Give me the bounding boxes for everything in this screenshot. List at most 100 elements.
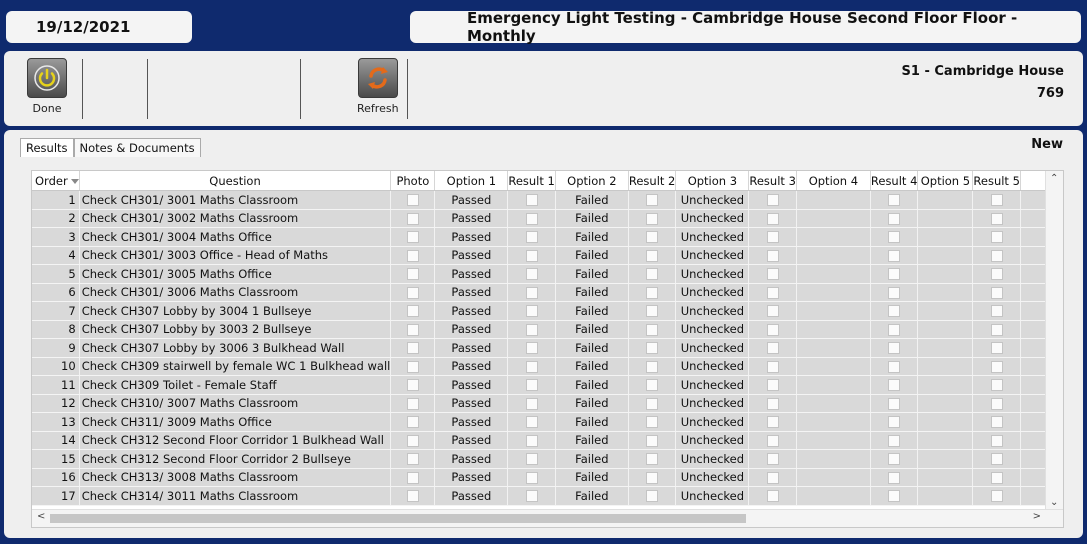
result-3-checkbox[interactable] bbox=[766, 453, 779, 466]
result-3-checkbox[interactable] bbox=[766, 194, 779, 207]
result-4-checkbox[interactable] bbox=[888, 231, 901, 244]
result-2-checkbox[interactable] bbox=[646, 471, 659, 484]
scroll-left-icon[interactable]: < bbox=[37, 511, 45, 522]
tab-results[interactable]: Results bbox=[20, 138, 74, 157]
column-header-option-2[interactable]: Option 2 bbox=[555, 171, 629, 191]
table-row[interactable]: 14 Check CH312 Second Floor Corridor 1 Bu… bbox=[32, 431, 1060, 450]
result-1-checkbox[interactable] bbox=[525, 360, 538, 373]
result-5-checkbox[interactable] bbox=[990, 490, 1003, 503]
photo-checkbox[interactable] bbox=[406, 360, 419, 373]
table-row[interactable]: 1 Check CH301/ 3001 Maths Classroom Passed… bbox=[32, 190, 1060, 210]
photo-checkbox[interactable] bbox=[406, 416, 419, 429]
photo-checkbox[interactable] bbox=[406, 379, 419, 392]
result-3-checkbox[interactable] bbox=[766, 268, 779, 281]
photo-checkbox[interactable] bbox=[406, 434, 419, 447]
result-5-checkbox[interactable] bbox=[990, 416, 1003, 429]
result-2-checkbox[interactable] bbox=[646, 397, 659, 410]
result-5-checkbox[interactable] bbox=[990, 434, 1003, 447]
table-row[interactable]: 9 Check CH307 Lobby by 3006 3 Bulkhead Wa… bbox=[32, 338, 1060, 358]
result-4-checkbox[interactable] bbox=[888, 342, 901, 355]
result-3-checkbox[interactable] bbox=[766, 249, 779, 262]
refresh-button[interactable]: Refresh bbox=[357, 58, 399, 115]
result-1-checkbox[interactable] bbox=[525, 434, 538, 447]
photo-checkbox[interactable] bbox=[406, 323, 419, 336]
result-2-checkbox[interactable] bbox=[646, 342, 659, 355]
photo-checkbox[interactable] bbox=[406, 249, 419, 262]
table-row[interactable]: 17 Check CH314/ 3011 Maths Classroom Passe… bbox=[32, 486, 1060, 506]
scroll-up-icon[interactable]: ⌃ bbox=[1050, 173, 1058, 184]
column-header-question[interactable]: Question bbox=[79, 171, 392, 191]
photo-checkbox[interactable] bbox=[406, 286, 419, 299]
result-2-checkbox[interactable] bbox=[646, 249, 659, 262]
result-5-checkbox[interactable] bbox=[990, 249, 1003, 262]
result-3-checkbox[interactable] bbox=[766, 490, 779, 503]
photo-checkbox[interactable] bbox=[406, 268, 419, 281]
column-header-result-1[interactable]: Result 1 bbox=[507, 171, 556, 191]
column-header-result-4[interactable]: Result 4 bbox=[870, 171, 919, 191]
column-header-option-4[interactable]: Option 4 bbox=[796, 171, 871, 191]
result-1-checkbox[interactable] bbox=[525, 490, 538, 503]
column-header-result-3[interactable]: Result 3 bbox=[748, 171, 797, 191]
result-4-checkbox[interactable] bbox=[888, 416, 901, 429]
result-5-checkbox[interactable] bbox=[990, 212, 1003, 225]
result-5-checkbox[interactable] bbox=[990, 231, 1003, 244]
photo-checkbox[interactable] bbox=[406, 212, 419, 225]
table-row[interactable]: 4 Check CH301/ 3003 Office - Head of Math… bbox=[32, 246, 1060, 265]
photo-checkbox[interactable] bbox=[406, 471, 419, 484]
table-row[interactable]: 7 Check CH307 Lobby by 3004 1 Bullseye Pas… bbox=[32, 301, 1060, 321]
table-row[interactable]: 5 Check CH301/ 3005 Maths Office Passed Fai… bbox=[32, 264, 1060, 284]
result-1-checkbox[interactable] bbox=[525, 416, 538, 429]
column-header-order[interactable]: Order bbox=[32, 171, 80, 191]
new-button[interactable]: New bbox=[1031, 137, 1063, 152]
photo-checkbox[interactable] bbox=[406, 231, 419, 244]
result-5-checkbox[interactable] bbox=[990, 397, 1003, 410]
result-4-checkbox[interactable] bbox=[888, 379, 901, 392]
tab-notes-documents[interactable]: Notes & Documents bbox=[73, 138, 201, 157]
result-5-checkbox[interactable] bbox=[990, 471, 1003, 484]
column-header-option-3[interactable]: Option 3 bbox=[675, 171, 750, 191]
scroll-right-icon[interactable]: > bbox=[1033, 511, 1041, 522]
result-4-checkbox[interactable] bbox=[888, 434, 901, 447]
result-2-checkbox[interactable] bbox=[646, 490, 659, 503]
result-3-checkbox[interactable] bbox=[766, 342, 779, 355]
result-1-checkbox[interactable] bbox=[525, 305, 538, 318]
result-5-checkbox[interactable] bbox=[990, 379, 1003, 392]
result-1-checkbox[interactable] bbox=[525, 397, 538, 410]
result-3-checkbox[interactable] bbox=[766, 471, 779, 484]
table-row[interactable]: 12 Check CH310/ 3007 Maths Classroom Passe… bbox=[32, 394, 1060, 413]
result-3-checkbox[interactable] bbox=[766, 379, 779, 392]
result-2-checkbox[interactable] bbox=[646, 231, 659, 244]
result-2-checkbox[interactable] bbox=[646, 360, 659, 373]
result-1-checkbox[interactable] bbox=[525, 268, 538, 281]
result-3-checkbox[interactable] bbox=[766, 434, 779, 447]
scroll-down-icon[interactable]: ⌄ bbox=[1050, 497, 1058, 508]
result-2-checkbox[interactable] bbox=[646, 453, 659, 466]
result-3-checkbox[interactable] bbox=[766, 212, 779, 225]
result-4-checkbox[interactable] bbox=[888, 249, 901, 262]
result-1-checkbox[interactable] bbox=[525, 249, 538, 262]
column-header-result-5[interactable]: Result 5 bbox=[972, 171, 1021, 191]
table-row[interactable]: 16 Check CH313/ 3008 Maths Classroom Passe… bbox=[32, 468, 1060, 487]
result-2-checkbox[interactable] bbox=[646, 212, 659, 225]
result-3-checkbox[interactable] bbox=[766, 231, 779, 244]
result-4-checkbox[interactable] bbox=[888, 194, 901, 207]
result-3-checkbox[interactable] bbox=[766, 360, 779, 373]
result-5-checkbox[interactable] bbox=[990, 286, 1003, 299]
result-5-checkbox[interactable] bbox=[990, 453, 1003, 466]
result-4-checkbox[interactable] bbox=[888, 471, 901, 484]
result-3-checkbox[interactable] bbox=[766, 286, 779, 299]
table-row[interactable]: 8 Check CH307 Lobby by 3003 2 Bullseye Pas… bbox=[32, 320, 1060, 339]
result-4-checkbox[interactable] bbox=[888, 268, 901, 281]
result-2-checkbox[interactable] bbox=[646, 379, 659, 392]
result-3-checkbox[interactable] bbox=[766, 323, 779, 336]
table-row[interactable]: 15 Check CH312 Second Floor Corridor 2 Bu… bbox=[32, 449, 1060, 469]
result-2-checkbox[interactable] bbox=[646, 416, 659, 429]
column-header-option-1[interactable]: Option 1 bbox=[434, 171, 509, 191]
photo-checkbox[interactable] bbox=[406, 397, 419, 410]
result-1-checkbox[interactable] bbox=[525, 286, 538, 299]
photo-checkbox[interactable] bbox=[406, 194, 419, 207]
photo-checkbox[interactable] bbox=[406, 490, 419, 503]
photo-checkbox[interactable] bbox=[406, 305, 419, 318]
result-5-checkbox[interactable] bbox=[990, 305, 1003, 318]
result-2-checkbox[interactable] bbox=[646, 305, 659, 318]
